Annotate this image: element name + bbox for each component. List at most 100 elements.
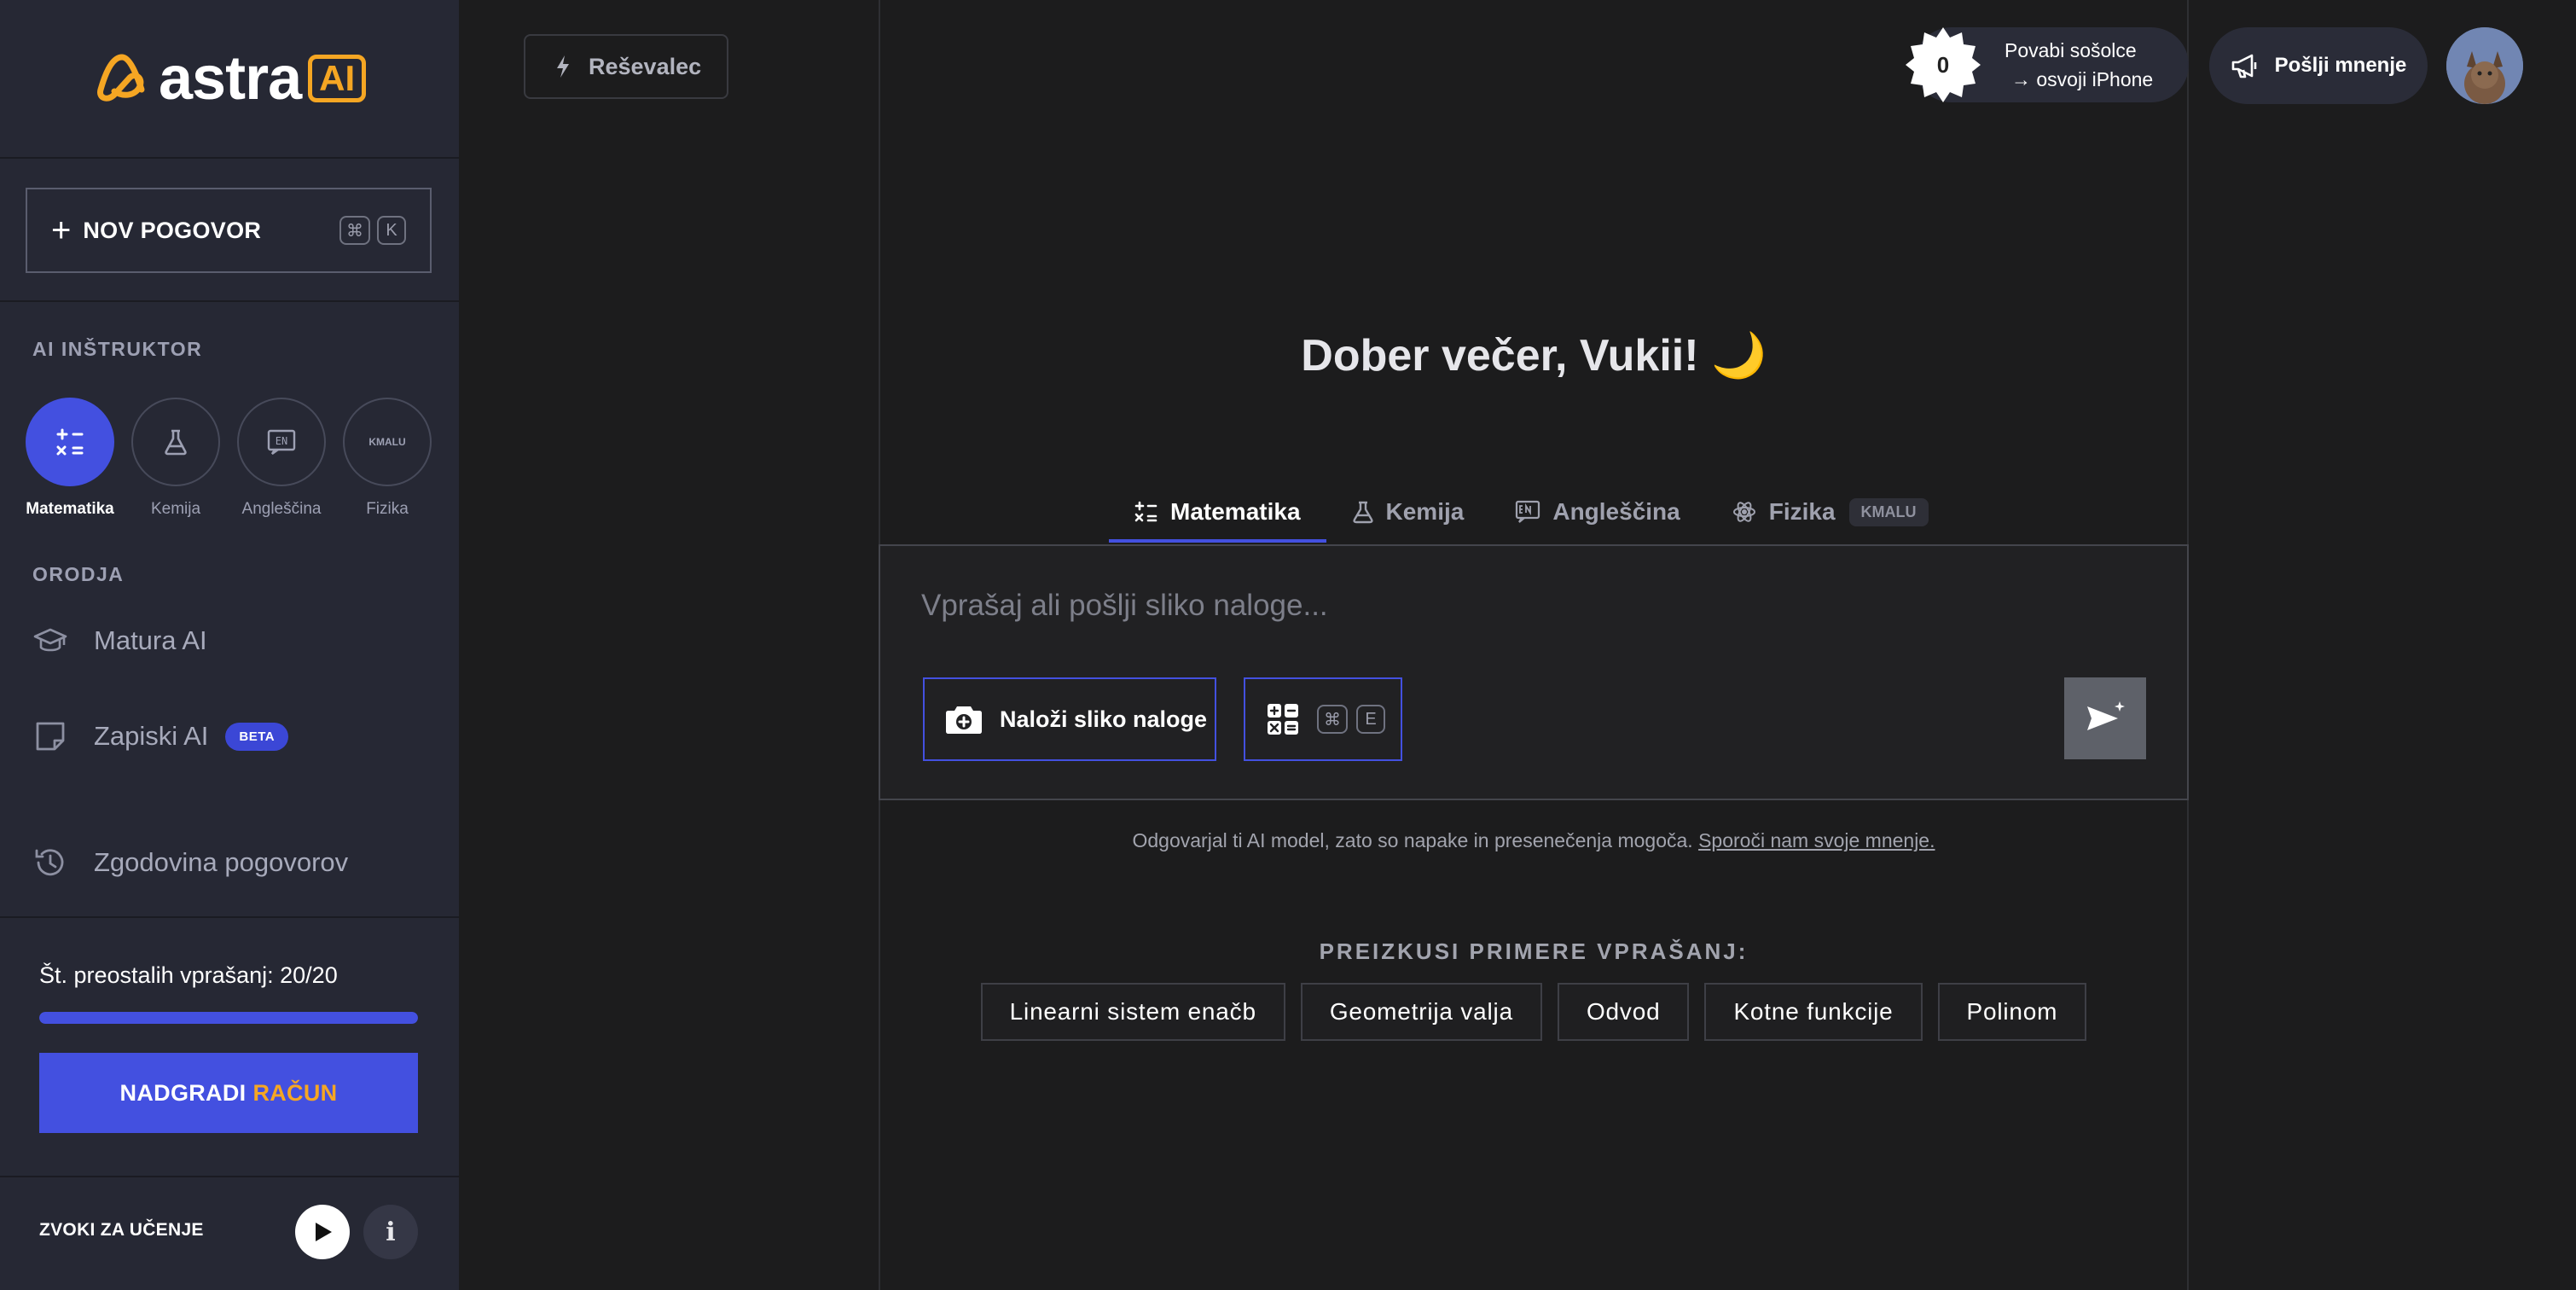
example-chip[interactable]: Geometrija valja [1300,983,1542,1041]
instructor-section-title: AI INŠTRUKTOR [32,338,203,360]
upload-task-image-button[interactable]: Naloži sliko naloge [923,677,1216,761]
question-input[interactable] [921,589,2030,623]
upgrade-label: NADGRADI [119,1079,247,1106]
subject-tabs: Matematika Kemija Angleščina Fizika KMAL… [1109,481,1954,543]
instructor-label: Kemija [150,500,201,518]
calculator-icon [1266,702,1300,736]
greeting-heading: Dober večer, Vukii! 🌙 [1301,331,1767,381]
invite-count-badge: 0 [1904,26,1982,104]
coming-soon-pill: KMALU [1848,497,1929,526]
example-chip[interactable]: Linearni sistem enačb [980,983,1285,1041]
logo-ai-badge: AI [308,55,367,102]
tab-fizika[interactable]: Fizika KMALU [1706,481,1954,543]
logo-wordmark: astra [159,44,302,113]
instructor-list: Matematika Kemija EN Angleščina KMALU Fi… [26,398,432,519]
instructor-anglescina[interactable]: EN Angleščina [237,398,326,519]
astra-knot-icon [97,54,145,102]
study-sounds-label: ZVOKI ZA UČENJE [39,1220,204,1240]
sidebar-divider [0,1176,459,1177]
instructor-fizika[interactable]: KMALU Fizika [343,398,432,519]
user-avatar[interactable] [2446,27,2523,104]
tool-label: Zgodovina pogovorov [94,847,349,877]
ai-disclaimer: Odgovarjal ti AI model, zato so napake i… [879,829,2189,852]
instructor-kemija[interactable]: Kemija [131,398,220,519]
tool-chat-history[interactable]: Zgodovina pogovorov [32,845,348,880]
tab-label: Fizika [1768,498,1836,525]
example-chip[interactable]: Odvod [1557,983,1690,1041]
astra-logo[interactable]: astra AI [94,44,367,113]
invite-line2: → osvoji iPhone [2011,68,2154,90]
tools-section-title: ORODJA [32,563,125,585]
info-icon: i [386,1217,396,1247]
camera-plus-icon [945,703,983,735]
plus-icon: + [51,212,72,249]
send-feedback-button[interactable]: Pošlji mnenje [2209,27,2428,104]
e-key: E [1356,705,1385,734]
history-icon [32,845,68,880]
flask-icon [1352,500,1374,524]
new-chat-shortcut: ⌘ K [339,216,406,245]
calculator-button[interactable]: ⌘ E [1244,677,1402,761]
coming-soon-icon: KMALU [343,398,432,486]
play-sounds-button[interactable] [295,1205,350,1259]
invite-line1: Povabi sošolce [2005,39,2137,61]
english-icon-text: EN [276,435,287,447]
flask-icon [131,398,220,486]
upgrade-accent: RAČUN [252,1079,338,1106]
feedback-label: Pošlji mnenje [2274,54,2407,77]
solver-button[interactable]: Reševalec [524,34,728,99]
sidebar-divider [0,300,459,302]
tab-label: Angleščina [1552,498,1680,525]
feedback-link[interactable]: Sporoči nam svoje mnenje. [1698,829,1935,851]
math-icon [1134,500,1158,524]
tool-label: Matura AI [94,625,207,655]
disclaimer-text: Odgovarjal ti AI model, zato so napake i… [1132,829,1693,851]
atom-icon [1732,499,1757,525]
upload-label: Naloži sliko naloge [1000,706,1208,732]
instructor-label: Matematika [26,500,114,518]
tab-label: Matematika [1170,498,1301,525]
invite-text: Povabi sošolce → osvoji iPhone [2005,36,2153,94]
invite-count: 0 [1936,51,1950,78]
play-icon [316,1223,332,1241]
english-icon: EN [237,398,326,486]
graduation-cap-icon [32,623,68,659]
tab-matematika[interactable]: Matematika [1109,481,1326,543]
sidebar-divider [0,916,459,918]
kmalu-text: KMALU [368,436,406,448]
invite-classmates-button[interactable]: 0 Povabi sošolce → osvoji iPhone [1906,27,2189,102]
command-key: ⌘ [1317,705,1348,734]
upgrade-account-button[interactable]: NADGRADI RAČUN [39,1053,418,1133]
math-icon [26,398,114,486]
bolt-icon [557,55,569,78]
new-chat-label: NOV POGOVOR [83,217,262,243]
logo-area: astra AI [0,0,459,159]
megaphone-icon [2231,54,2256,78]
tool-matura-ai[interactable]: Matura AI [32,623,207,659]
beta-badge: BETA [225,722,289,751]
example-questions: Linearni sistem enačb Geometrija valja O… [879,983,2189,1041]
examples-title: PREIZKUSI PRIMERE VPRAŠANJ: [1319,938,1749,964]
example-chip[interactable]: Polinom [1937,983,2087,1041]
send-button[interactable] [2064,677,2146,759]
command-key: ⌘ [339,216,370,245]
remaining-progress-bar [39,1012,418,1024]
tab-kemija[interactable]: Kemija [1326,481,1490,543]
example-chip[interactable]: Kotne funkcije [1704,983,1923,1041]
progress-fill [39,1012,418,1024]
send-sparkle-icon [2087,701,2125,730]
instructor-label: Fizika [366,500,409,518]
remaining-questions: Št. preostalih vprašanj: 20/20 [39,962,338,988]
note-icon [32,718,68,754]
instructor-matematika[interactable]: Matematika [26,398,114,519]
chat-composer: Naloži sliko naloge ⌘ E [879,544,2189,800]
sounds-info-button[interactable]: i [363,1205,418,1259]
tool-zapiski-ai[interactable]: Zapiski AI BETA [32,718,289,754]
k-key: K [377,216,406,245]
sidebar: astra AI + NOV POGOVOR ⌘ K AI INŠTRUKTOR… [0,0,459,1290]
tab-anglescina[interactable]: Angleščina [1489,481,1705,543]
new-chat-button[interactable]: + NOV POGOVOR ⌘ K [26,188,432,273]
instructor-label: Angleščina [241,500,322,518]
english-icon [1515,500,1540,524]
solver-label: Reševalec [589,53,702,79]
